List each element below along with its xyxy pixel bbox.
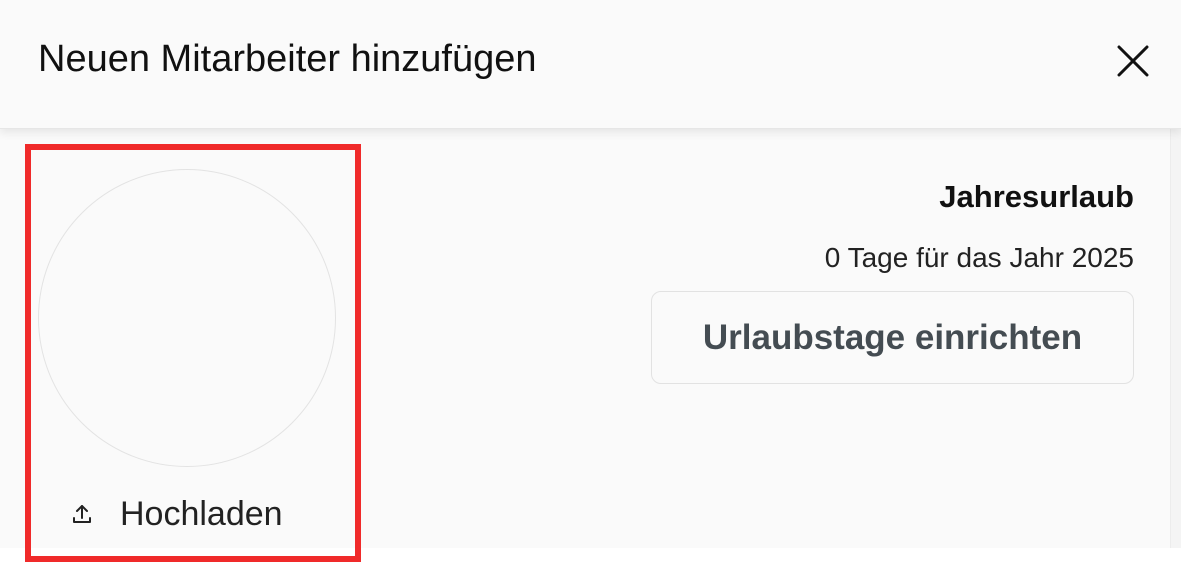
- upload-button[interactable]: Hochladen: [70, 489, 283, 539]
- setup-leave-days-button[interactable]: Urlaubstage einrichten: [651, 291, 1134, 384]
- close-button[interactable]: [1110, 38, 1156, 84]
- upload-label: Hochladen: [120, 495, 283, 533]
- scrollbar[interactable]: [1170, 129, 1181, 548]
- add-employee-dialog: Neuen Mitarbeiter hinzufügen Hochladen J…: [0, 0, 1181, 548]
- dialog-header: Neuen Mitarbeiter hinzufügen: [0, 0, 1181, 129]
- avatar-placeholder[interactable]: [38, 169, 336, 467]
- close-icon: [1117, 45, 1149, 77]
- dialog-title: Neuen Mitarbeiter hinzufügen: [38, 38, 537, 80]
- annual-leave-title: Jahresurlaub: [939, 179, 1134, 214]
- annual-leave-info: 0 Tage für das Jahr 2025: [824, 242, 1134, 273]
- upload-icon: [73, 505, 91, 523]
- avatar-upload[interactable]: Hochladen: [30, 149, 352, 547]
